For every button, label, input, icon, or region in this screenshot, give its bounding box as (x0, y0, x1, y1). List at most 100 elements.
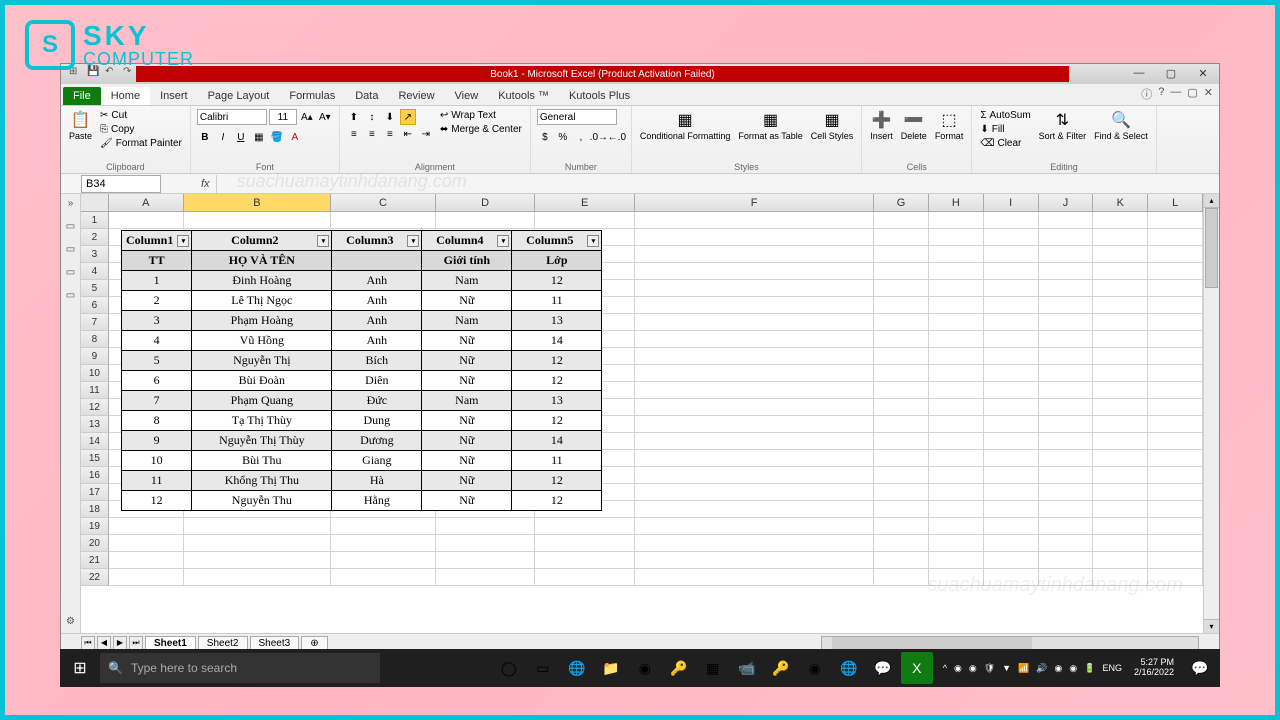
row-header-9[interactable]: 9 (81, 348, 109, 365)
tab-page-layout[interactable]: Page Layout (198, 87, 280, 105)
row-header-5[interactable]: 5 (81, 280, 109, 297)
cell-G12[interactable] (874, 399, 929, 416)
close-button[interactable]: ✕ (1191, 64, 1215, 82)
table-cell-r9-c0[interactable]: 10 (122, 451, 192, 471)
cell-H2[interactable] (929, 229, 984, 246)
cell-H15[interactable] (929, 450, 984, 467)
cell-J9[interactable] (1039, 348, 1094, 365)
cell-G6[interactable] (874, 297, 929, 314)
cell-H6[interactable] (929, 297, 984, 314)
cell-G1[interactable] (874, 212, 929, 229)
table-cell-r10-c2[interactable]: Hà (332, 471, 422, 491)
decrease-indent-button[interactable]: ⇤ (400, 126, 416, 142)
tab-formulas[interactable]: Formulas (279, 87, 345, 105)
align-right-button[interactable]: ≡ (382, 126, 398, 142)
cell-F9[interactable] (635, 348, 874, 365)
cell-I10[interactable] (984, 365, 1039, 382)
filter-dropdown-1[interactable]: ▾ (317, 235, 329, 247)
table-cell-r7-c0[interactable]: 8 (122, 411, 192, 431)
table-cell-r11-c2[interactable]: Hằng (332, 491, 422, 511)
table-cell-r11-c3[interactable]: Nữ (422, 491, 512, 511)
filter-dropdown-2[interactable]: ▾ (407, 235, 419, 247)
select-all-corner[interactable] (81, 194, 109, 211)
percent-button[interactable]: % (555, 129, 571, 145)
format-painter-button[interactable]: 🖌Format Painter (98, 137, 184, 150)
decrease-decimal-button[interactable]: ←.0 (609, 129, 625, 145)
table-cell-r2-c0[interactable]: 3 (122, 311, 192, 331)
cell-K22[interactable] (1093, 569, 1148, 586)
cell-A20[interactable] (109, 535, 184, 552)
cell-B22[interactable] (184, 569, 331, 586)
table-cell-r7-c1[interactable]: Tạ Thị Thùy (192, 411, 332, 431)
shrink-font-button[interactable]: A▾ (317, 109, 333, 125)
cell-K14[interactable] (1093, 433, 1148, 450)
cell-D1[interactable] (436, 212, 536, 229)
col-header-F[interactable]: F (635, 194, 874, 211)
tab-home[interactable]: Home (101, 87, 150, 105)
cell-J11[interactable] (1039, 382, 1094, 399)
format-cells-button[interactable]: ⬚Format (933, 109, 966, 141)
cell-H4[interactable] (929, 263, 984, 280)
explorer-icon[interactable]: 📁 (595, 652, 627, 684)
rail-expand-icon[interactable]: » (68, 198, 74, 209)
row-header-14[interactable]: 14 (81, 433, 109, 450)
cell-K21[interactable] (1093, 552, 1148, 569)
table-cell-r4-c2[interactable]: Bích (332, 351, 422, 371)
cell-H3[interactable] (929, 246, 984, 263)
clear-button[interactable]: ⌫Clear (978, 137, 1032, 150)
tray-battery-icon[interactable]: 🔋 (1082, 663, 1097, 674)
cell-G22[interactable] (874, 569, 929, 586)
table-cell-r4-c1[interactable]: Nguyễn Thị (192, 351, 332, 371)
cell-K13[interactable] (1093, 416, 1148, 433)
cell-E20[interactable] (535, 535, 635, 552)
comma-button[interactable]: , (573, 129, 589, 145)
format-as-table-button[interactable]: ▦Format as Table (736, 109, 804, 141)
font-color-button[interactable]: A (287, 129, 303, 145)
cell-G2[interactable] (874, 229, 929, 246)
cell-E19[interactable] (535, 518, 635, 535)
fill-color-button[interactable]: 🪣 (269, 129, 285, 145)
cell-K2[interactable] (1093, 229, 1148, 246)
row-header-7[interactable]: 7 (81, 314, 109, 331)
conditional-formatting-button[interactable]: ▦Conditional Formatting (638, 109, 733, 141)
cell-K6[interactable] (1093, 297, 1148, 314)
cell-G4[interactable] (874, 263, 929, 280)
underline-button[interactable]: U (233, 129, 249, 145)
app-icon-6[interactable]: 🌐 (833, 652, 865, 684)
delete-cells-button[interactable]: ➖Delete (899, 109, 929, 141)
cell-K4[interactable] (1093, 263, 1148, 280)
sheet-nav-last[interactable]: ⏭ (129, 636, 143, 650)
table-header-3[interactable]: Column4▾ (422, 231, 512, 251)
cell-F12[interactable] (635, 399, 874, 416)
cell-D22[interactable] (436, 569, 536, 586)
cell-L13[interactable] (1148, 416, 1203, 433)
cell-F4[interactable] (635, 263, 874, 280)
table-cell-r7-c4[interactable]: 12 (512, 411, 602, 431)
cell-F16[interactable] (635, 467, 874, 484)
row-header-22[interactable]: 22 (81, 569, 109, 586)
cell-K10[interactable] (1093, 365, 1148, 382)
cell-L19[interactable] (1148, 518, 1203, 535)
cell-H1[interactable] (929, 212, 984, 229)
table-cell-r8-c1[interactable]: Nguyễn Thị Thùy (192, 431, 332, 451)
cell-L8[interactable] (1148, 331, 1203, 348)
cell-G19[interactable] (874, 518, 929, 535)
rail-gear-icon[interactable]: ⚙ (66, 616, 75, 627)
cell-J7[interactable] (1039, 314, 1094, 331)
cell-H5[interactable] (929, 280, 984, 297)
cell-I12[interactable] (984, 399, 1039, 416)
table-cell-r7-c2[interactable]: Dung (332, 411, 422, 431)
scroll-up-arrow[interactable]: ▴ (1204, 194, 1219, 208)
cell-F11[interactable] (635, 382, 874, 399)
cell-I6[interactable] (984, 297, 1039, 314)
cell-B21[interactable] (184, 552, 331, 569)
cell-G10[interactable] (874, 365, 929, 382)
cell-J3[interactable] (1039, 246, 1094, 263)
cell-L7[interactable] (1148, 314, 1203, 331)
tab-view[interactable]: View (445, 87, 489, 105)
row-header-4[interactable]: 4 (81, 263, 109, 280)
table-cell-r1-c0[interactable]: 2 (122, 291, 192, 311)
cell-styles-button[interactable]: ▦Cell Styles (809, 109, 856, 141)
taskbar-clock[interactable]: 5:27 PM 2/16/2022 (1128, 658, 1180, 678)
cell-C20[interactable] (331, 535, 436, 552)
